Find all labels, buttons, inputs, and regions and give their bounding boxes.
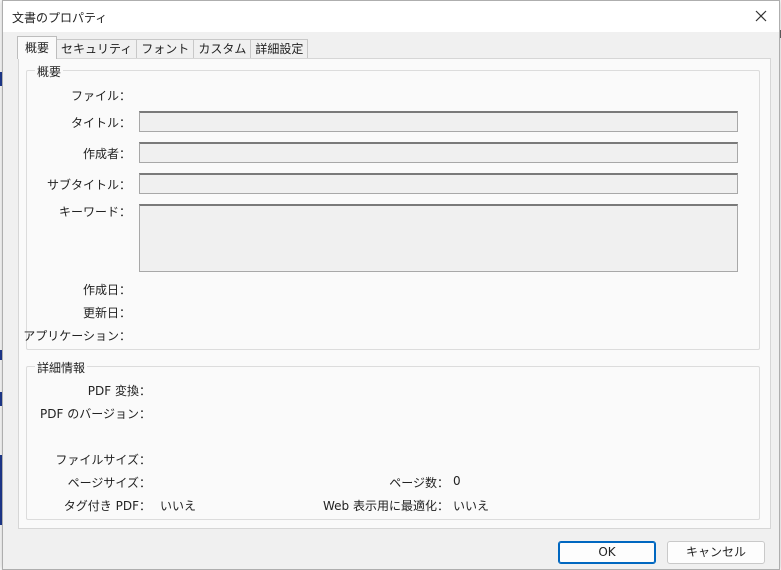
fast-web-view-label: Web 表示用に最適化： [323,499,449,513]
tab-advanced[interactable]: 詳細設定 [250,39,309,59]
file-label: ファイル： [70,89,131,103]
ok-button[interactable]: OK [558,541,656,564]
title-bar: 文書のプロパティ [3,1,779,32]
tab-custom[interactable]: カスタム [193,39,252,59]
details-group: 詳細情報 PDF 変換： PDF のバージョン： ファイルサイズ： ページサイズ… [26,359,760,520]
pdf-producer-label: PDF 変換： [87,384,151,398]
tab-panel-overview: 概要 ファイル： タイトル： 作成者： サブタイトル： キーワード： 作成日： … [18,58,771,529]
tagged-pdf-label: タグ付き PDF： [63,499,151,513]
page-count-value: 0 [453,474,461,488]
file-size-label: ファイルサイズ： [55,453,151,467]
title-field[interactable] [139,111,738,132]
tab-overview[interactable]: 概要 [17,36,58,59]
page-size-label: ページサイズ： [67,476,151,490]
application-label: アプリケーション： [23,329,131,343]
details-group-label: 詳細情報 [35,359,88,376]
title-label: タイトル： [70,116,131,130]
tab-fonts[interactable]: フォント [136,39,195,59]
dialog-title: 文書のプロパティ [12,11,108,25]
subtitle-label: サブタイトル： [46,178,131,192]
close-button[interactable] [747,3,775,29]
document-properties-dialog: 文書のプロパティ 概要 セキュリティ フォント カスタム 詳細設定 概要 ファイ… [2,0,780,570]
cancel-button[interactable]: キャンセル [667,541,765,564]
page-count-label: ページ数： [389,476,449,490]
tab-security[interactable]: セキュリティ [56,39,138,59]
keywords-field[interactable] [139,204,738,272]
subtitle-field[interactable] [139,173,738,194]
fast-web-view-value: いいえ [453,499,490,513]
pdf-version-label: PDF のバージョン： [40,407,151,421]
modified-label: 更新日： [82,306,131,320]
tagged-pdf-value: いいえ [160,499,197,513]
close-icon [755,10,767,22]
author-label: 作成者： [82,147,131,161]
overview-group-label: 概要 [35,63,64,80]
created-label: 作成日： [82,283,131,297]
author-field[interactable] [139,142,738,163]
overview-group: 概要 ファイル： タイトル： 作成者： サブタイトル： キーワード： 作成日： … [23,63,760,350]
tab-strip: 概要 セキュリティ フォント カスタム 詳細設定 [17,36,309,59]
keywords-label: キーワード： [58,205,131,219]
